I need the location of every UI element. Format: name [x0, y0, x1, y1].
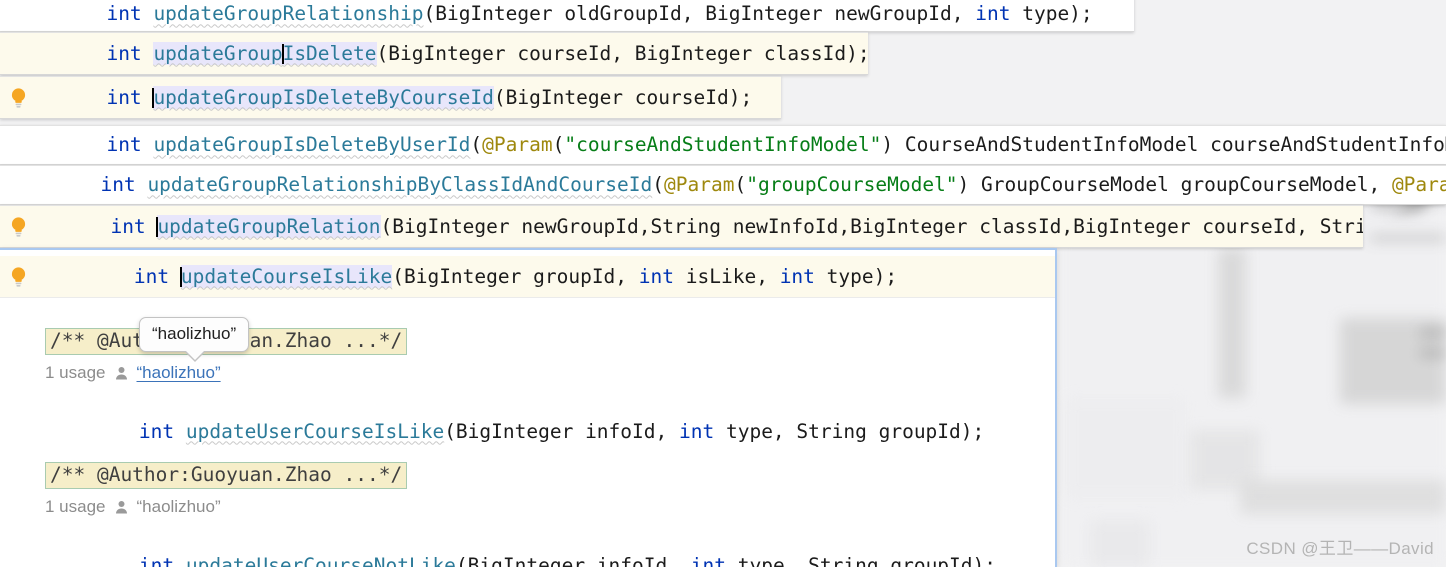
result-row-update-group-relationship-by-class-id-and-course-id[interactable]: int updateGroupRelationshipByClassIdAndC… — [0, 165, 1446, 205]
text-caret — [152, 87, 155, 108]
row-code-text: int updateGroupRelationshipByClassIdAndC… — [100, 173, 1446, 197]
lightbulb-icon-glyph — [11, 267, 25, 287]
lightbulb-icon[interactable] — [0, 256, 36, 297]
result-row-update-group-relationship[interactable]: int updateGroupRelationship(BigInteger o… — [0, 0, 1134, 32]
result-row-update-group-is-delete-by-course-id[interactable]: int updateGroupIsDeleteByCourseId(BigInt… — [0, 76, 781, 119]
row-code-text: int updateGroupIsDeleteByCourseId(BigInt… — [106, 85, 753, 109]
usage-count-label[interactable]: 1 usage — [45, 364, 106, 381]
lightbulb-icon[interactable] — [0, 77, 36, 118]
watermark: CSDN @王卫——David — [1246, 539, 1434, 558]
row-code-text: int updateGroupIsDelete(BigInteger cours… — [106, 41, 868, 65]
row-code-text: int updateGroupRelation(BigInteger newGr… — [110, 214, 1363, 238]
code-vision-1: 1 usage “haolizhuo” — [45, 364, 221, 381]
result-row-update-group-relation[interactable]: int updateGroupRelation(BigInteger newGr… — [0, 205, 1363, 248]
person-icon-glyph — [115, 500, 127, 513]
editor-code-text: int updateUserCourseIsLike(BigInteger in… — [138, 419, 985, 443]
folded-javadoc-2[interactable]: /** @Author:Guoyuan.Zhao ...*/ — [45, 462, 408, 490]
editor-line-update-user-course-not-like[interactable]: int updateUserCourseNotLike(BigInteger i… — [45, 536, 996, 567]
person-icon — [115, 500, 128, 514]
lightbulb-icon-glyph — [11, 217, 25, 237]
editor-panel[interactable]: int updateCourseIsLike(BigInteger groupI… — [0, 248, 1057, 567]
text-caret — [281, 43, 284, 64]
lightbulb-icon[interactable] — [0, 206, 36, 247]
row-code-text: int updateGroupRelationship(BigInteger o… — [106, 2, 1093, 26]
author-label: “haolizhuo” — [136, 497, 221, 516]
author-tooltip-text: “haolizhuo” — [152, 324, 237, 343]
person-icon-glyph — [115, 366, 127, 379]
code-vision-content: 1 usage “haolizhuo” — [45, 498, 221, 515]
editor-line-update-user-course-is-like[interactable]: int updateUserCourseIsLike(BigInteger in… — [45, 402, 984, 461]
result-row-update-group-is-delete[interactable]: int updateGroupIsDelete(BigInteger cours… — [0, 32, 868, 75]
row-gutter — [0, 0, 36, 31]
editor-line-update-course-is-like[interactable]: int updateCourseIsLike(BigInteger groupI… — [0, 256, 1055, 298]
text-caret — [179, 266, 182, 287]
person-icon — [115, 366, 128, 380]
editor-code-text: int updateUserCourseNotLike(BigInteger i… — [138, 553, 997, 567]
tooltip-arrow-inner — [185, 350, 205, 360]
row-gutter — [0, 33, 36, 74]
code-vision-2: 1 usage “haolizhuo” — [45, 498, 221, 515]
row-code-text: int updateGroupIsDeleteByUserId(@Param("… — [106, 133, 1446, 157]
text-caret — [156, 216, 159, 237]
lightbulb-icon-glyph — [11, 88, 25, 108]
code-vision-content: 1 usage “haolizhuo” — [45, 364, 221, 381]
row-gutter — [0, 126, 36, 164]
usage-count-label[interactable]: 1 usage — [45, 498, 106, 515]
author-tooltip: “haolizhuo” — [139, 317, 250, 362]
author-link[interactable]: “haolizhuo” — [137, 364, 221, 381]
folded-comment-chip[interactable]: /** @Author:Guoyuan.Zhao ...*/ — [45, 462, 408, 490]
editor-code-text: int updateCourseIsLike(BigInteger groupI… — [133, 264, 898, 288]
result-row-update-group-is-delete-by-user-id[interactable]: int updateGroupIsDeleteByUserId(@Param("… — [0, 125, 1446, 165]
row-gutter — [0, 166, 30, 204]
screen-root: int updateGroupRelationship(BigInteger o… — [0, 0, 1446, 567]
